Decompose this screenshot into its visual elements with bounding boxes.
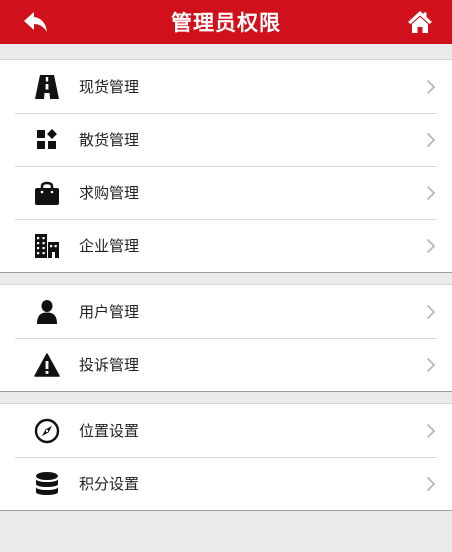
page-title: 管理员权限	[171, 11, 281, 35]
menu-item-spot-goods[interactable]: 现货管理	[0, 60, 452, 113]
menu-item-label: 积分设置	[79, 475, 140, 493]
warning-icon	[30, 348, 64, 382]
blocks-icon	[30, 123, 64, 157]
back-arrow-icon	[24, 12, 47, 32]
menu-item-label: 散货管理	[79, 131, 140, 149]
chevron-right-icon	[426, 79, 436, 95]
menu-item-complaint-management[interactable]: 投诉管理	[0, 338, 452, 391]
menu-item-label: 投诉管理	[79, 356, 140, 374]
menu-item-label: 位置设置	[79, 422, 140, 440]
shopping-bag-icon	[30, 176, 64, 210]
home-icon	[408, 11, 432, 33]
menu-group-inventory: 现货管理 散货管理 求购管理 企业管理	[0, 59, 452, 273]
user-icon	[30, 295, 64, 329]
app-header: 管理员权限	[0, 0, 452, 44]
back-button[interactable]	[14, 0, 58, 44]
chevron-right-icon	[426, 304, 436, 320]
compass-icon	[30, 414, 64, 448]
menu-item-label: 现货管理	[79, 78, 140, 96]
road-icon	[30, 70, 64, 104]
menu-item-label: 企业管理	[79, 237, 140, 255]
home-button[interactable]	[398, 0, 442, 44]
chevron-right-icon	[426, 423, 436, 439]
buildings-icon	[30, 229, 64, 263]
database-icon	[30, 467, 64, 501]
chevron-right-icon	[426, 185, 436, 201]
menu-item-label: 用户管理	[79, 303, 140, 321]
menu-group-settings: 位置设置 积分设置	[0, 403, 452, 511]
chevron-right-icon	[426, 132, 436, 148]
menu-item-purchase-request[interactable]: 求购管理	[0, 166, 452, 219]
menu-item-user-management[interactable]: 用户管理	[0, 285, 452, 338]
menu-item-label: 求购管理	[79, 184, 140, 202]
menu-item-bulk-goods[interactable]: 散货管理	[0, 113, 452, 166]
chevron-right-icon	[426, 238, 436, 254]
chevron-right-icon	[426, 476, 436, 492]
menu-item-location-settings[interactable]: 位置设置	[0, 404, 452, 457]
menu-group-users: 用户管理 投诉管理	[0, 284, 452, 392]
menu-item-points-settings[interactable]: 积分设置	[0, 457, 452, 510]
menu-item-enterprise[interactable]: 企业管理	[0, 219, 452, 272]
chevron-right-icon	[426, 357, 436, 373]
